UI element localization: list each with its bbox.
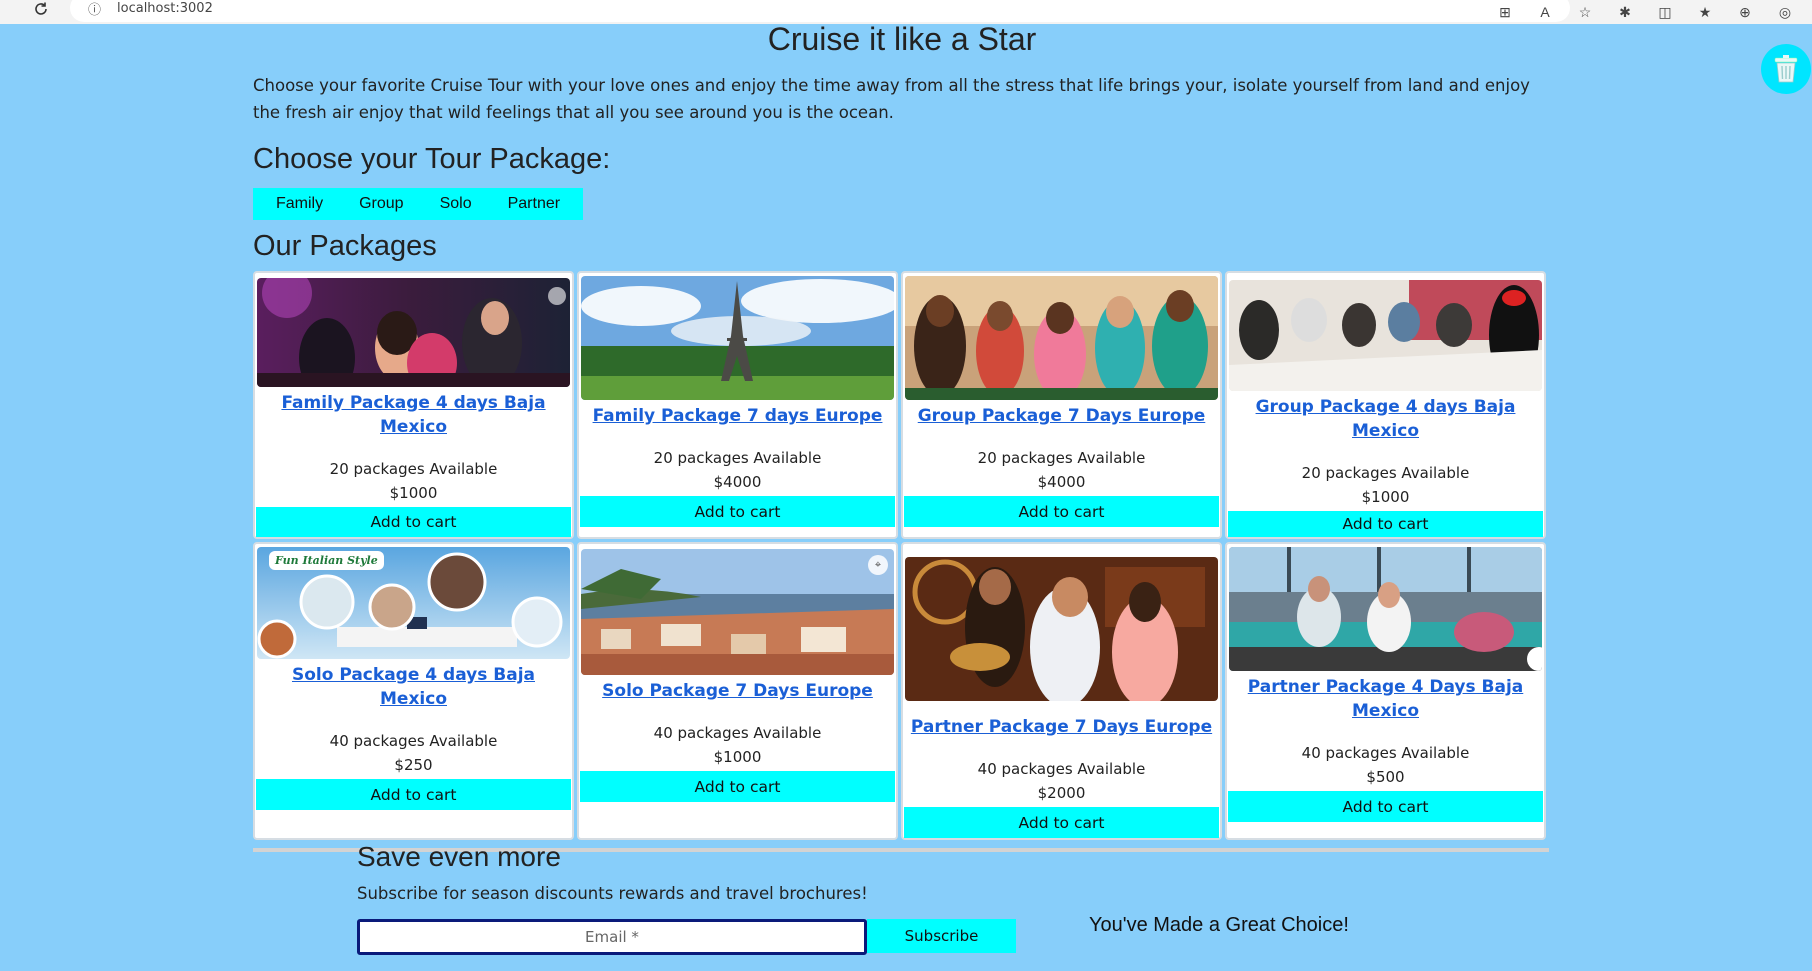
- add-to-cart-button[interactable]: Add to cart: [1228, 510, 1543, 537]
- add-to-cart-button[interactable]: Add to cart: [904, 807, 1219, 838]
- profile-icon[interactable]: ◎: [1776, 4, 1794, 21]
- package-price: $500: [1366, 768, 1405, 786]
- package-image: Fun Italian Style: [257, 547, 570, 659]
- package-filter-bar: Family Group Solo Partner: [253, 188, 584, 220]
- package-price: $2000: [1037, 784, 1086, 803]
- packages-grid: Family Package 4 days Baja Mexico 20 pac…: [253, 271, 1549, 840]
- info-icon[interactable]: ⓘ: [88, 0, 101, 18]
- package-card: ⌖ Solo Package 7 Days Europe 40 packages…: [577, 542, 898, 840]
- package-card: Partner Package 7 Days Europe 40 package…: [901, 542, 1222, 840]
- filter-family-button[interactable]: Family: [263, 188, 336, 220]
- subscribe-subtitle: Subscribe for season discounts rewards a…: [357, 884, 868, 903]
- add-to-cart-button[interactable]: Add to cart: [256, 506, 571, 537]
- package-title-link[interactable]: Group Package 4 days Baja Mexico: [1230, 395, 1541, 443]
- package-card: Group Package 7 Days Europe 20 packages …: [901, 271, 1222, 539]
- package-availability: 20 packages Available: [977, 449, 1146, 467]
- package-title-link[interactable]: Group Package 7 Days Europe: [918, 404, 1206, 428]
- add-to-cart-button[interactable]: Add to cart: [1228, 791, 1543, 822]
- package-availability: 40 packages Available: [653, 724, 822, 742]
- add-to-cart-button[interactable]: Add to cart: [580, 771, 895, 802]
- package-price: $1000: [389, 483, 438, 502]
- add-to-cart-button[interactable]: Add to cart: [256, 779, 571, 810]
- add-to-cart-button[interactable]: Add to cart: [904, 496, 1219, 527]
- page-title: Cruise it like a Star: [767, 21, 1037, 57]
- subscribe-form: Subscribe: [357, 919, 1016, 955]
- package-availability: 20 packages Available: [1301, 463, 1470, 482]
- package-image: [581, 276, 894, 400]
- read-aloud-icon[interactable]: A: [1536, 4, 1554, 20]
- package-availability: 40 packages Available: [329, 732, 498, 750]
- add-to-cart-button[interactable]: Add to cart: [580, 496, 895, 527]
- package-image: [905, 276, 1218, 400]
- main-container: Cruise it like a Star Choose your favori…: [253, 22, 1551, 852]
- package-image: [905, 557, 1218, 702]
- package-title-link[interactable]: Partner Package 4 Days Baja Mexico: [1230, 675, 1541, 723]
- package-title-link[interactable]: Solo Package 4 days Baja Mexico: [258, 663, 569, 711]
- package-card: Group Package 4 days Baja Mexico 20 pack…: [1225, 271, 1546, 539]
- intro-text: Choose your favorite Cruise Tour with yo…: [253, 76, 1530, 122]
- favorite-star-icon[interactable]: ☆: [1576, 4, 1594, 21]
- package-image: [257, 278, 570, 387]
- package-price: $1000: [1361, 487, 1410, 506]
- package-title-link[interactable]: Family Package 4 days Baja Mexico: [258, 391, 569, 439]
- package-availability: 40 packages Available: [1301, 744, 1470, 762]
- package-card: Fun Italian Style Solo Package 4 days Ba…: [253, 542, 574, 840]
- email-field[interactable]: [357, 919, 867, 955]
- filter-solo-button[interactable]: Solo: [427, 188, 485, 220]
- apps-icon[interactable]: ⊞: [1496, 4, 1514, 21]
- browser-extension-icons: ⊞ A ☆ ✱ ◫ ★ ⊕ ◎: [1496, 0, 1794, 24]
- reload-icon[interactable]: [30, 0, 52, 20]
- collections-icon[interactable]: ⊕: [1736, 4, 1754, 21]
- choose-package-heading: Choose your Tour Package:: [253, 143, 611, 175]
- filter-partner-button[interactable]: Partner: [495, 188, 573, 220]
- package-title-link[interactable]: Solo Package 7 Days Europe: [602, 679, 873, 703]
- package-price: $250: [394, 756, 433, 774]
- package-price: $4000: [1037, 473, 1086, 491]
- package-image: [1229, 547, 1542, 671]
- fun-italian-style-logo: Fun Italian Style: [269, 551, 384, 570]
- subscribe-section: Save even more Subscribe for season disc…: [357, 840, 1016, 955]
- package-card: Family Package 4 days Baja Mexico 20 pac…: [253, 271, 574, 539]
- trash-button[interactable]: [1761, 44, 1811, 94]
- package-image: [1229, 280, 1542, 391]
- package-title-link[interactable]: Family Package 7 days Europe: [593, 404, 883, 428]
- trash-icon: [1774, 55, 1798, 83]
- address-bar[interactable]: ⓘ localhost:3002: [70, 0, 1570, 22]
- great-choice-text: You've Made a Great Choice!: [1089, 914, 1349, 936]
- subscribe-button[interactable]: Subscribe: [867, 919, 1016, 953]
- package-title-link[interactable]: Partner Package 7 Days Europe: [911, 715, 1212, 739]
- visual-search-icon[interactable]: ⌖: [868, 555, 888, 575]
- filter-group-button[interactable]: Group: [346, 188, 416, 220]
- packages-heading: Our Packages: [253, 230, 437, 262]
- address-text: localhost:3002: [117, 0, 213, 16]
- extensions-icon[interactable]: ✱: [1616, 4, 1634, 21]
- favorites-icon[interactable]: ★: [1696, 4, 1714, 21]
- package-availability: 20 packages Available: [653, 449, 822, 467]
- subscribe-heading: Save even more: [357, 841, 561, 872]
- package-card: Partner Package 4 Days Baja Mexico 40 pa…: [1225, 542, 1546, 840]
- package-price: $4000: [713, 473, 762, 491]
- split-screen-icon[interactable]: ◫: [1656, 4, 1674, 21]
- package-availability: 20 packages Available: [329, 459, 498, 478]
- package-price: $1000: [713, 748, 762, 766]
- package-card: Family Package 7 days Europe 20 packages…: [577, 271, 898, 539]
- package-availability: 40 packages Available: [977, 760, 1146, 779]
- package-image: ⌖: [581, 549, 894, 675]
